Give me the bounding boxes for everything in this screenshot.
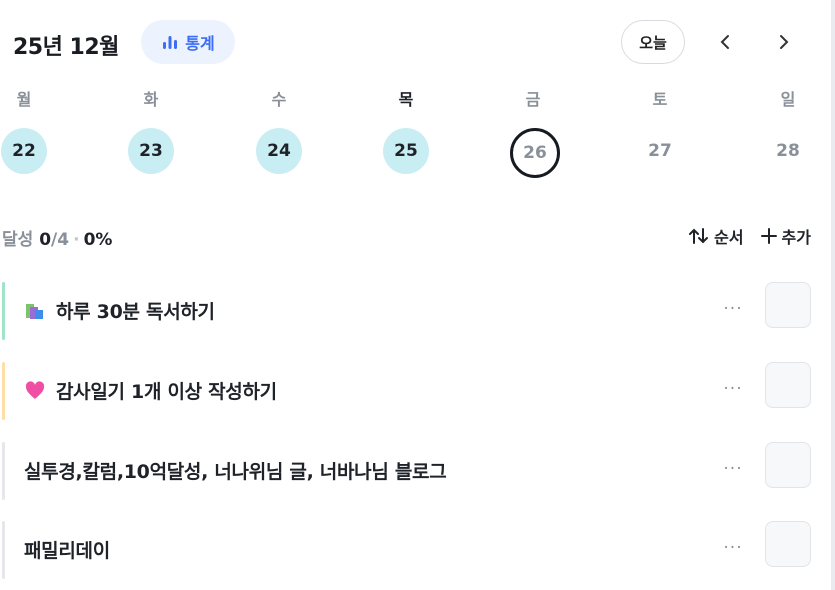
plus-icon	[760, 228, 777, 244]
date-28[interactable]: 28	[765, 128, 811, 174]
sort-arrows-icon	[689, 228, 709, 244]
task-checkbox[interactable]	[765, 362, 811, 408]
more-icon[interactable]: ···	[718, 459, 748, 479]
list-actions: 순서 추가	[688, 224, 811, 248]
progress-label: 달성	[2, 230, 34, 250]
add-button[interactable]: 추가	[760, 224, 811, 248]
bar-chart-icon	[163, 36, 178, 49]
header: 25년 12월 통계 오늘	[0, 20, 835, 66]
task-checkbox[interactable]	[765, 521, 811, 567]
progress-done: 0	[39, 230, 52, 250]
weekday-thu: 목	[398, 90, 414, 109]
weekday-sun: 일	[780, 90, 796, 109]
scrollbar[interactable]	[831, 0, 835, 590]
date-24[interactable]: 24	[256, 128, 302, 174]
more-icon[interactable]: ···	[718, 379, 748, 399]
task-checkbox[interactable]	[765, 282, 811, 328]
weekday-tue: 화	[143, 90, 159, 109]
date-27[interactable]: 27	[637, 128, 683, 174]
prev-week-button[interactable]	[705, 20, 745, 64]
chevron-left-icon	[720, 35, 729, 49]
month-title[interactable]: 25년 12월	[13, 29, 119, 61]
date-25[interactable]: 25	[383, 128, 429, 174]
add-label: 추가	[781, 228, 811, 247]
date-23[interactable]: 23	[128, 128, 174, 174]
task-title: 하루 30분 독서하기	[56, 301, 215, 323]
task-title: 실투경,칼럼,10억달성, 너나위님 글, 너바나님 블로그	[24, 461, 447, 483]
task-title: 패밀리데이	[24, 540, 110, 562]
stats-label: 통계	[185, 34, 215, 53]
task-item[interactable]: 패밀리데이 ···	[2, 521, 811, 579]
sort-button[interactable]: 순서	[688, 224, 744, 248]
task-color-bar	[2, 362, 5, 420]
progress-total: /4	[51, 230, 70, 250]
more-icon[interactable]: ···	[718, 299, 748, 319]
task-item[interactable]: 감사일기 1개 이상 작성하기 ···	[2, 362, 811, 420]
date-26-selected[interactable]: 26	[510, 128, 560, 178]
stats-button[interactable]: 통계	[141, 20, 235, 64]
heart-icon	[25, 380, 45, 399]
date-22[interactable]: 22	[1, 128, 47, 174]
weekday-mon: 월	[16, 90, 32, 109]
task-item[interactable]: 실투경,칼럼,10억달성, 너나위님 글, 너바나님 블로그 ···	[2, 442, 811, 500]
task-color-bar	[2, 442, 5, 500]
date-row: 22 23 24 25 26 27 28	[0, 128, 835, 178]
sort-label: 순서	[714, 228, 744, 247]
weekday-wed: 수	[271, 90, 287, 109]
books-icon	[26, 303, 43, 319]
weekday-row: 월 화 수 목 금 토 일	[0, 86, 835, 116]
task-item[interactable]: 하루 30분 독서하기 ···	[2, 282, 811, 340]
task-title: 감사일기 1개 이상 작성하기	[56, 381, 277, 403]
weekday-fri: 금	[525, 90, 541, 109]
more-icon[interactable]: ···	[718, 538, 748, 558]
progress-summary: 달성 0/4 · 0%	[2, 230, 113, 250]
task-color-bar	[2, 521, 5, 579]
progress-percent: 0%	[83, 230, 113, 250]
task-color-bar	[2, 282, 5, 340]
task-checkbox[interactable]	[765, 442, 811, 488]
today-button[interactable]: 오늘	[621, 20, 685, 64]
chevron-right-icon	[780, 35, 789, 49]
next-week-button[interactable]	[764, 20, 804, 64]
weekday-sat: 토	[652, 90, 668, 109]
